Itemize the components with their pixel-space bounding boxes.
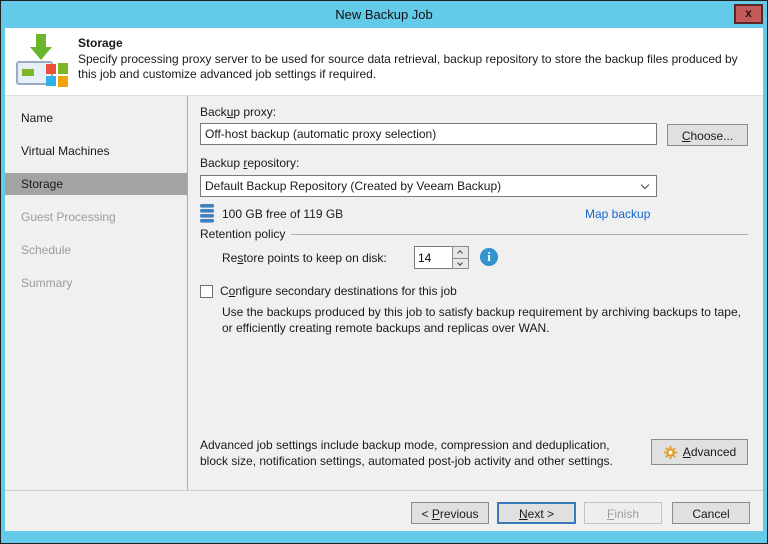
cancel-button[interactable]: Cancel bbox=[672, 502, 750, 524]
sidebar-item-guest-processing[interactable]: Guest Processing bbox=[5, 206, 187, 228]
sidebar-item-schedule[interactable]: Schedule bbox=[5, 239, 187, 261]
choose-proxy-button[interactable]: Choose... bbox=[667, 124, 748, 146]
next-button[interactable]: Next > bbox=[497, 502, 576, 524]
finish-button: Finish bbox=[584, 502, 662, 524]
spinner-down-button[interactable] bbox=[453, 258, 468, 269]
wizard-body: Name Virtual Machines Storage Guest Proc… bbox=[5, 96, 763, 490]
backup-repository-selected: Default Backup Repository (Created by Ve… bbox=[205, 179, 501, 193]
chevron-up-icon bbox=[457, 250, 463, 256]
backup-proxy-input[interactable] bbox=[200, 123, 657, 145]
close-icon: x bbox=[745, 6, 752, 20]
window-title: New Backup Job bbox=[335, 7, 433, 22]
backup-download-icon bbox=[15, 33, 69, 94]
gear-icon bbox=[663, 445, 678, 460]
retention-policy-label: Retention policy bbox=[200, 227, 285, 241]
info-circle-icon: i bbox=[480, 248, 498, 266]
capacity-text: 100 GB free of 119 GB bbox=[222, 207, 343, 221]
spinner-up-button[interactable] bbox=[453, 247, 468, 258]
sidebar-item-storage[interactable]: Storage bbox=[5, 173, 187, 195]
titlebar[interactable]: New Backup Job x bbox=[1, 1, 767, 28]
group-divider-line bbox=[291, 234, 748, 235]
dialog-inner: Storage Specify processing proxy server … bbox=[5, 28, 763, 531]
sidebar-item-virtual-machines[interactable]: Virtual Machines bbox=[5, 140, 187, 162]
secondary-destinations-checkbox[interactable] bbox=[200, 285, 213, 298]
wizard-steps-sidebar: Name Virtual Machines Storage Guest Proc… bbox=[5, 96, 188, 490]
restore-points-input[interactable] bbox=[414, 246, 452, 269]
storage-step-content: Backup proxy: Choose... Backup repositor… bbox=[188, 96, 763, 490]
backup-proxy-label: Backup proxy: bbox=[200, 105, 276, 119]
close-button[interactable]: x bbox=[734, 4, 763, 24]
sidebar-item-name[interactable]: Name bbox=[5, 107, 187, 129]
previous-button[interactable]: < Previous bbox=[411, 502, 489, 524]
backup-repository-dropdown[interactable]: Default Backup Repository (Created by Ve… bbox=[200, 175, 657, 197]
new-backup-job-dialog: New Backup Job x Storage Specify process… bbox=[0, 0, 768, 544]
disk-stack-icon bbox=[199, 204, 215, 226]
step-description: Specify processing proxy server to be us… bbox=[78, 52, 754, 82]
advanced-button[interactable]: Advanced bbox=[651, 439, 748, 465]
wizard-footer: < Previous Next > Finish Cancel bbox=[5, 490, 763, 531]
restore-points-label: Restore points to keep on disk: bbox=[222, 251, 387, 265]
advanced-settings-note: Advanced job settings include backup mod… bbox=[200, 437, 640, 469]
retention-policy-group: Retention policy bbox=[200, 227, 748, 241]
step-title: Storage bbox=[78, 36, 123, 50]
backup-repository-label: Backup repository: bbox=[200, 156, 299, 170]
sidebar-item-summary[interactable]: Summary bbox=[5, 272, 187, 294]
wizard-header: Storage Specify processing proxy server … bbox=[5, 28, 763, 96]
chevron-down-icon bbox=[641, 181, 649, 189]
chevron-down-icon bbox=[457, 260, 463, 266]
secondary-destinations-description: Use the backups produced by this job to … bbox=[222, 304, 750, 336]
spinner-buttons bbox=[452, 246, 469, 269]
map-backup-link[interactable]: Map backup bbox=[585, 207, 650, 221]
restore-points-spinner bbox=[414, 246, 469, 269]
secondary-destinations-label[interactable]: Configure secondary destinations for thi… bbox=[220, 284, 457, 298]
